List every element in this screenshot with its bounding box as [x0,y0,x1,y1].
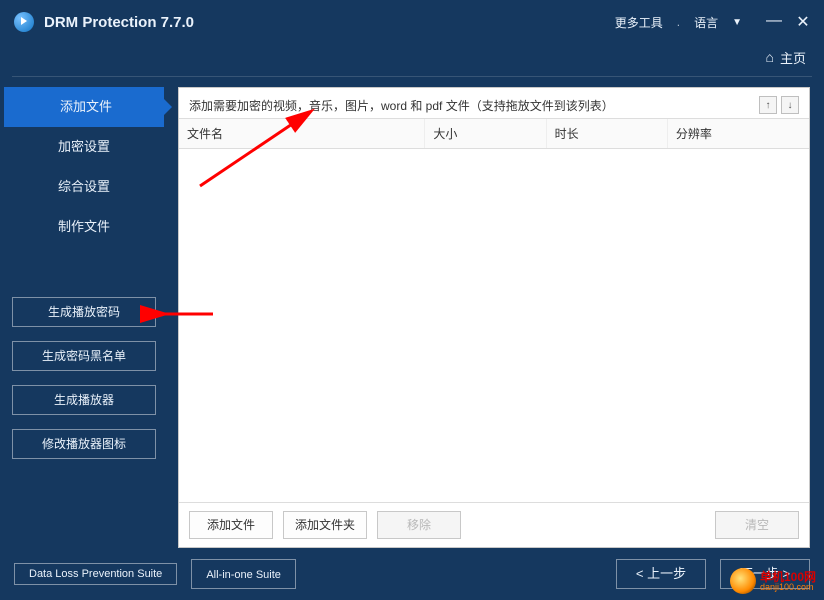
sidebar-item-add-files[interactable]: 添加文件 [4,87,164,127]
allinone-suite-link[interactable]: All-in-one Suite [191,559,296,589]
sidebar-item-label: 制作文件 [58,219,110,234]
titlebar-right: 更多工具 . 语言 ▼ — ✕ [615,12,810,32]
col-resolution[interactable]: 分辨率 [668,119,809,148]
close-button[interactable]: ✕ [796,12,810,32]
col-filename[interactable]: 文件名 [179,119,425,148]
table-header: 文件名 大小 时长 分辨率 [179,118,809,149]
move-up-button[interactable]: ↑ [759,96,777,114]
col-size[interactable]: 大小 [425,119,546,148]
col-duration[interactable]: 时长 [547,119,668,148]
home-icon[interactable]: ⌂ [766,49,774,65]
language-dropdown-icon[interactable]: ▼ [732,17,742,28]
sidebar: 添加文件 加密设置 综合设置 制作文件 生成播放密码 生成密码黑名单 生成播放器… [0,87,164,548]
sidebar-item-label: 综合设置 [58,179,110,194]
button-label: 生成播放密码 [48,305,120,319]
main-area: 添加文件 加密设置 综合设置 制作文件 生成播放密码 生成密码黑名单 生成播放器… [0,77,824,548]
remove-button[interactable]: 移除 [377,511,461,539]
move-down-button[interactable]: ↓ [781,96,799,114]
app-logo-icon [14,12,34,32]
next-step-button[interactable]: 下一步 > [720,559,810,589]
sidebar-item-create-file[interactable]: 制作文件 [4,207,164,247]
more-tools-link[interactable]: 更多工具 [615,14,663,31]
button-label: 修改播放器图标 [42,437,126,451]
link-label: All-in-one Suite [206,569,281,581]
gen-password-blacklist-button[interactable]: 生成密码黑名单 [12,341,156,371]
content-panel: 添加需要加密的视频，音乐，图片，word 和 pdf 文件（支持拖放文件到该列表… [178,87,810,548]
sidebar-nav: 添加文件 加密设置 综合设置 制作文件 [4,87,164,247]
sidebar-item-label: 添加文件 [60,99,112,114]
titlebar: DRM Protection 7.7.0 更多工具 . 语言 ▼ — ✕ [0,0,824,44]
sidebar-item-label: 加密设置 [58,139,110,154]
dlp-suite-link[interactable]: Data Loss Prevention Suite [14,563,177,585]
button-label: 生成播放器 [54,393,114,407]
clear-button[interactable]: 清空 [715,511,799,539]
add-file-button[interactable]: 添加文件 [189,511,273,539]
modify-player-icon-button[interactable]: 修改播放器图标 [12,429,156,459]
home-row: ⌂ 主页 [0,44,824,70]
app-title: DRM Protection 7.7.0 [44,14,615,31]
sidebar-item-encrypt-settings[interactable]: 加密设置 [4,127,164,167]
panel-footer: 添加文件 添加文件夹 移除 清空 [179,502,809,547]
gen-play-password-button[interactable]: 生成播放密码 [12,297,156,327]
file-list[interactable] [179,149,809,502]
prev-step-button[interactable]: < 上一步 [616,559,706,589]
language-link[interactable]: 语言 [694,14,718,31]
minimize-button[interactable]: — [766,12,780,32]
panel-head: 添加需要加密的视频，音乐，图片，word 和 pdf 文件（支持拖放文件到该列表… [179,88,809,118]
gen-player-button[interactable]: 生成播放器 [12,385,156,415]
sidebar-item-general-settings[interactable]: 综合设置 [4,167,164,207]
link-label: Data Loss Prevention Suite [29,568,162,580]
bottom-bar: Data Loss Prevention Suite All-in-one Su… [0,548,824,600]
reorder-arrows: ↑ ↓ [759,96,799,114]
home-label[interactable]: 主页 [780,48,806,67]
button-label: 生成密码黑名单 [42,349,126,363]
instruction-text: 添加需要加密的视频，音乐，图片，word 和 pdf 文件（支持拖放文件到该列表… [189,97,759,114]
add-folder-button[interactable]: 添加文件夹 [283,511,367,539]
